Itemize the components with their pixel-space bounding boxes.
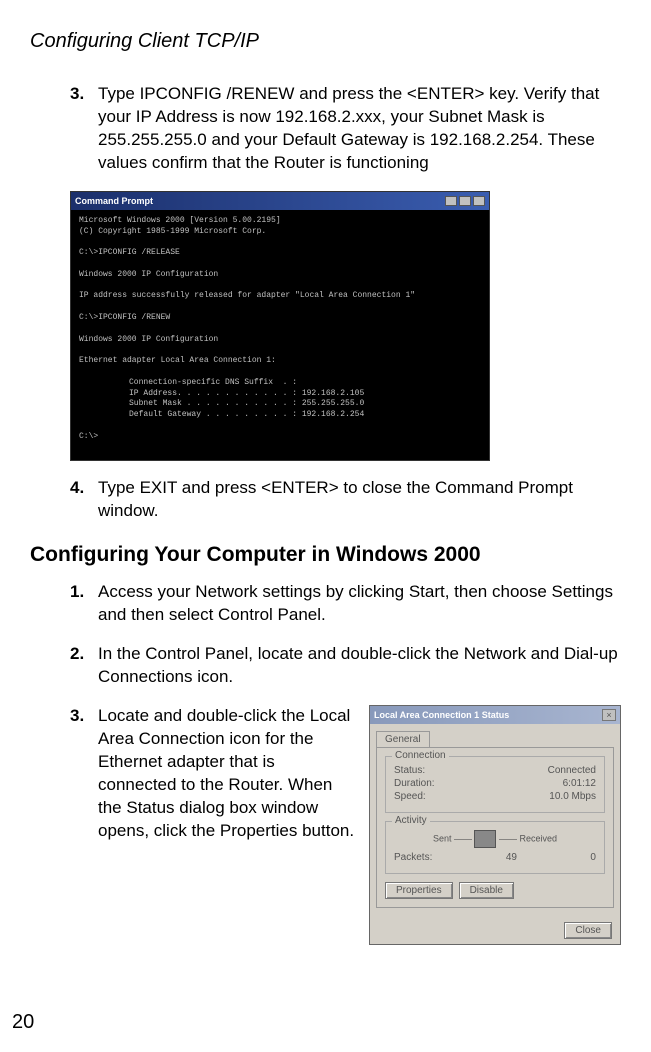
cmd-titlebar: Command Prompt [71,192,489,210]
cmd-line: Connection-specific DNS Suffix . : [129,378,297,387]
maximize-icon[interactable] [459,196,471,206]
dialog-buttons: Properties Disable [385,882,605,899]
cmd-window-buttons [445,196,485,206]
group-label: Activity [392,815,430,826]
step-2b: 2. In the Control Panel, locate and doub… [70,643,621,689]
dialog-title: Local Area Connection 1 Status [374,710,509,720]
cmd-line: Default Gateway . . . . . . . . . : 192.… [129,410,364,419]
cmd-line: Subnet Mask . . . . . . . . . . . : 255.… [129,399,364,408]
dialog-footer: Close [370,914,620,944]
step-text: Access your Network settings by clicking… [98,581,621,627]
disable-button[interactable]: Disable [459,882,514,899]
activity-group: Activity Sent —— —— Received Packets: 49… [385,821,605,874]
cmd-line: Ethernet adapter Local Area Connection 1… [79,356,276,365]
step-text: In the Control Panel, locate and double-… [98,643,621,689]
cmd-line: C:\>IPCONFIG /RENEW [79,313,170,322]
page-number: 20 [12,1011,34,1034]
tab-general[interactable]: General [376,731,430,747]
step-number: 4. [70,477,98,523]
step-3a: 3. Type IPCONFIG /RENEW and press the <E… [70,83,621,175]
status-row: Status: Connected [394,765,596,776]
step-4a: 4. Type EXIT and press <ENTER> to close … [70,477,621,523]
received-label: Received [520,833,558,843]
duration-row: Duration: 6:01:12 [394,778,596,789]
cmd-line: IP address successfully released for ada… [79,291,415,300]
step-number: 2. [70,643,98,689]
step-text: Type IPCONFIG /RENEW and press the <ENTE… [98,83,621,175]
value: 6:01:12 [563,778,596,789]
lan-status-dialog: Local Area Connection 1 Status × General… [369,705,621,945]
label: Speed: [394,791,426,802]
value-sent: 49 [506,852,517,863]
step-1b: 1. Access your Network settings by click… [70,581,621,627]
step-number: 1. [70,581,98,627]
cmd-line: Windows 2000 IP Configuration [79,270,218,279]
network-icon [474,830,496,848]
cmd-title: Command Prompt [75,196,153,206]
dash: —— [499,833,517,843]
dialog-panel: Connection Status: Connected Duration: 6… [376,747,614,908]
minimize-icon[interactable] [445,196,457,206]
label: Status: [394,765,425,776]
value: 10.0 Mbps [549,791,596,802]
dialog-titlebar: Local Area Connection 1 Status × [370,706,620,724]
value: Connected [548,765,596,776]
close-button[interactable]: Close [564,922,612,939]
properties-button[interactable]: Properties [385,882,453,899]
sent-label: Sent [433,833,452,843]
speed-row: Speed: 10.0 Mbps [394,791,596,802]
cmd-line: C:\> [79,432,98,441]
close-icon[interactable] [473,196,485,206]
command-prompt-window: Command Prompt Microsoft Windows 2000 [V… [70,191,490,462]
label: Duration: [394,778,435,789]
page-header: Configuring Client TCP/IP [30,30,621,53]
dialog-tabs: General [370,724,620,747]
close-icon[interactable]: × [602,709,616,721]
label: Packets: [394,852,432,863]
step-text: Locate and double-click the Local Area C… [98,705,357,843]
cmd-line: C:\>IPCONFIG /RELEASE [79,248,180,257]
step-3b-row: 3. Locate and double-click the Local Are… [70,705,621,945]
cmd-line: IP Address. . . . . . . . . . . . : 192.… [129,389,364,398]
cmd-line: (C) Copyright 1985-1999 Microsoft Corp. [79,227,266,236]
value-recv: 0 [590,852,596,863]
group-label: Connection [392,750,449,761]
dash: —— [454,833,472,843]
connection-group: Connection Status: Connected Duration: 6… [385,756,605,813]
step-number: 3. [70,83,98,175]
packets-row: Packets: 49 0 [394,852,596,863]
cmd-line: Microsoft Windows 2000 [Version 5.00.219… [79,216,281,225]
cmd-body: Microsoft Windows 2000 [Version 5.00.219… [71,210,489,461]
cmd-line: Windows 2000 IP Configuration [79,335,218,344]
step-number: 3. [70,705,98,843]
step-text: Type EXIT and press <ENTER> to close the… [98,477,621,523]
activity-header: Sent —— —— Received [394,830,596,848]
section-heading: Configuring Your Computer in Windows 200… [30,543,621,567]
